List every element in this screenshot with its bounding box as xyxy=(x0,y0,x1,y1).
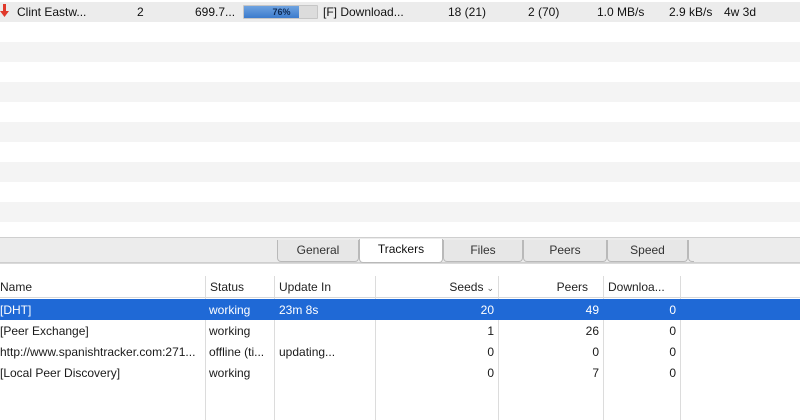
column-header-update-in[interactable]: Update In xyxy=(279,280,331,294)
tracker-peers: 49 xyxy=(585,303,599,317)
torrent-list[interactable]: Clint Eastw... 2 699.7... 76% [F] Downlo… xyxy=(0,0,800,237)
tracker-peers: 0 xyxy=(592,345,599,359)
torrent-down-speed: 1.0 MB/s xyxy=(597,5,645,19)
tracker-status: working xyxy=(209,366,251,380)
tab-peers[interactable]: Peers xyxy=(523,240,607,262)
tracker-name: [Local Peer Discovery] xyxy=(0,366,121,380)
column-header-status[interactable]: Status xyxy=(210,280,244,294)
column-header-downloaded[interactable]: Downloa... xyxy=(608,280,665,294)
empty-row xyxy=(0,162,800,182)
empty-row xyxy=(0,122,800,142)
tracker-seeds: 0 xyxy=(487,345,494,359)
empty-row xyxy=(0,42,800,62)
tracker-peers: 26 xyxy=(585,324,599,338)
torrent-progress-bar: 76% xyxy=(243,5,318,19)
torrent-row[interactable]: Clint Eastw... 2 699.7... 76% [F] Downlo… xyxy=(0,2,800,22)
tracker-downloaded: 0 xyxy=(669,345,676,359)
torrent-name: Clint Eastw... xyxy=(17,5,87,19)
column-header-peers[interactable]: Peers xyxy=(499,280,588,294)
tracker-table[interactable]: Name Status Update In Seeds ⌄ Peers Downl… xyxy=(0,263,800,420)
tracker-row[interactable]: http://www.spanishtracker.com:271... off… xyxy=(0,341,800,362)
download-arrow-icon xyxy=(0,4,9,17)
empty-row xyxy=(0,82,800,102)
tracker-update-in: 23m 8s xyxy=(279,303,319,317)
tab-strip-end xyxy=(688,240,694,262)
details-tab-strip: General Trackers Files Peers Speed xyxy=(0,237,800,263)
tracker-row[interactable]: [Local Peer Discovery] working 0 7 0 xyxy=(0,362,800,383)
tracker-seeds: 1 xyxy=(487,324,494,338)
tracker-status: offline (ti... xyxy=(209,345,265,359)
torrent-progress-label: 76% xyxy=(272,7,291,17)
tracker-update-in: updating... xyxy=(279,345,336,359)
tracker-downloaded: 0 xyxy=(669,324,676,338)
torrent-up-speed: 2.9 kB/s xyxy=(669,5,713,19)
tab-trackers[interactable]: Trackers xyxy=(359,239,443,263)
tracker-status: working xyxy=(209,324,251,338)
column-header-name[interactable]: Name xyxy=(0,280,32,294)
tab-general[interactable]: General xyxy=(277,240,359,262)
tracker-downloaded: 0 xyxy=(669,366,676,380)
tracker-downloaded: 0 xyxy=(669,303,676,317)
tab-speed[interactable]: Speed xyxy=(607,240,688,262)
tracker-name: [DHT] xyxy=(0,303,32,317)
tracker-name: http://www.spanishtracker.com:271... xyxy=(0,345,196,359)
torrent-count: 2 xyxy=(137,5,144,19)
tracker-row[interactable]: [Peer Exchange] working 1 26 0 xyxy=(0,320,800,341)
tracker-peers: 7 xyxy=(592,366,599,380)
tab-files[interactable]: Files xyxy=(443,240,523,262)
tracker-status: working xyxy=(209,303,251,317)
seeds-header-label: Seeds xyxy=(449,280,484,294)
tracker-seeds: 0 xyxy=(487,366,494,380)
torrent-peers: 2 (70) xyxy=(528,5,560,19)
tracker-row[interactable]: [DHT] working 23m 8s 20 49 0 xyxy=(0,299,800,320)
tracker-name: [Peer Exchange] xyxy=(0,324,89,338)
torrent-seeds: 18 (21) xyxy=(448,5,487,19)
torrent-eta: 4w 3d xyxy=(724,5,757,19)
empty-row xyxy=(0,202,800,222)
torrent-size: 699.7... xyxy=(195,5,236,19)
column-header-seeds[interactable]: Seeds ⌄ xyxy=(376,280,494,295)
torrent-status: [F] Download... xyxy=(323,5,404,19)
chevron-down-icon: ⌄ xyxy=(486,283,494,293)
tracker-seeds: 20 xyxy=(480,303,494,317)
